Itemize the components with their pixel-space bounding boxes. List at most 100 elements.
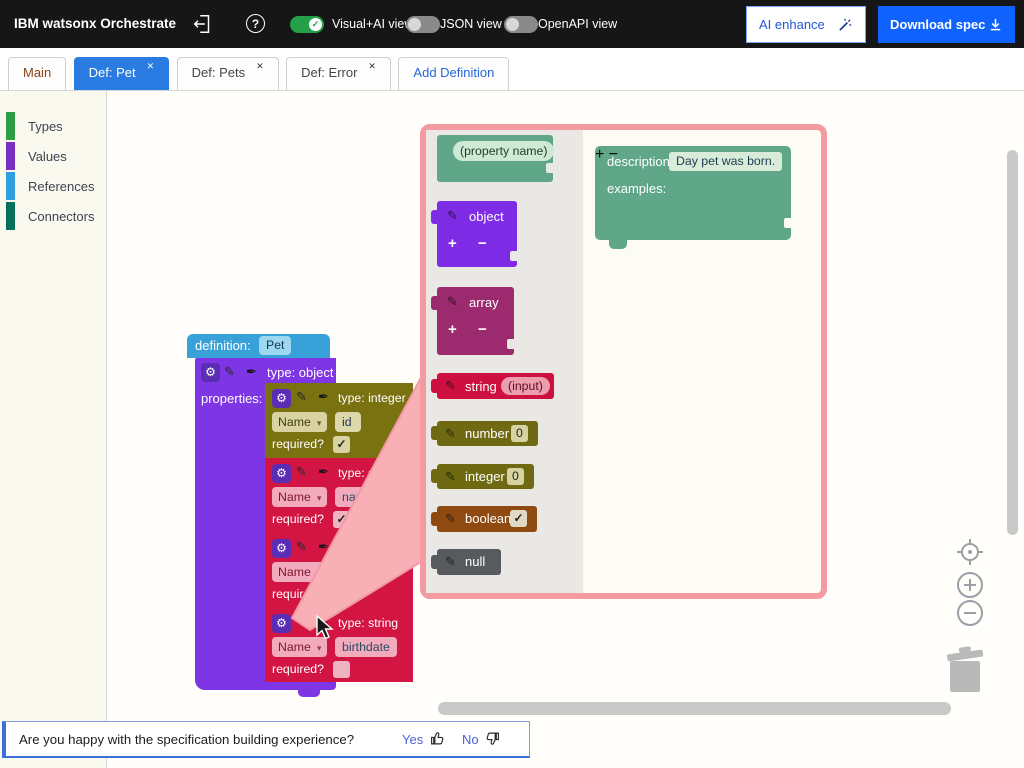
toggle-visual-ai-view[interactable]: ✓ xyxy=(290,16,324,33)
download-spec-button[interactable]: Download spec xyxy=(878,6,1015,43)
block-property-name[interactable]: (property name) xyxy=(437,135,553,182)
add-button[interactable]: + xyxy=(448,235,457,252)
toolbox-item-values[interactable]: Values xyxy=(6,142,67,170)
horizontal-scrollbar[interactable] xyxy=(438,702,951,715)
tab-label: Main xyxy=(23,65,51,80)
name-field[interactable] xyxy=(335,562,361,582)
pencil-icon[interactable] xyxy=(224,364,235,380)
marker-icon[interactable] xyxy=(246,364,257,380)
marker-icon[interactable] xyxy=(318,389,329,405)
property-block-name[interactable]: type: st Name nam required? ✓ xyxy=(265,458,413,533)
property-block-id[interactable]: type: integer Name id required? ✓ xyxy=(265,383,413,458)
ai-enhance-button[interactable]: AI enhance xyxy=(746,6,866,43)
block-integer[interactable]: integer 0 xyxy=(437,464,534,489)
name-dropdown[interactable]: Name xyxy=(272,637,327,657)
required-checkbox[interactable]: ✓ xyxy=(333,511,350,528)
tab-bar: Main Def: Pet ✕ Def: Pets ✕ Def: Error ✕… xyxy=(8,57,512,91)
name-dropdown[interactable]: Name xyxy=(272,562,327,582)
boolean-checkbox[interactable]: ✓ xyxy=(510,510,527,527)
tab-def-error[interactable]: Def: Error ✕ xyxy=(286,57,391,90)
name-dropdown[interactable]: Name xyxy=(272,487,327,507)
block-notch xyxy=(507,339,514,349)
marker-icon[interactable] xyxy=(318,614,329,630)
required-label: required? xyxy=(272,587,324,601)
property-name-field[interactable]: (property name) xyxy=(453,141,554,161)
pencil-icon[interactable] xyxy=(445,469,456,485)
toolbox-item-connectors[interactable]: Connectors xyxy=(6,202,94,230)
definition-name-field[interactable]: Pet xyxy=(259,336,291,355)
tab-close-icon[interactable]: ✕ xyxy=(256,61,264,72)
add-button[interactable]: + xyxy=(448,321,457,338)
toggle-json-view[interactable] xyxy=(406,16,440,33)
tab-add-definition[interactable]: Add Definition xyxy=(398,57,509,90)
tab-close-icon[interactable]: ✕ xyxy=(368,61,376,72)
definition-block-header[interactable]: definition: Pet xyxy=(187,334,330,358)
property-block-birthdate[interactable]: type: string Name birthdate required? xyxy=(265,608,413,682)
pencil-icon[interactable] xyxy=(445,426,456,442)
name-field[interactable]: nam xyxy=(335,487,373,507)
tab-def-pets[interactable]: Def: Pets ✕ xyxy=(177,57,279,90)
gear-icon[interactable] xyxy=(272,539,291,558)
required-label: required? xyxy=(272,437,324,451)
block-number[interactable]: number 0 xyxy=(437,421,538,446)
toggle-openapi-view[interactable] xyxy=(504,16,538,33)
block-object[interactable]: object + − xyxy=(437,201,517,267)
thumbs-down-icon[interactable] xyxy=(485,731,500,746)
trash-icon[interactable] xyxy=(944,646,986,694)
number-field[interactable]: 0 xyxy=(511,425,528,442)
pencil-icon[interactable] xyxy=(445,511,456,527)
remove-button[interactable]: − xyxy=(478,235,487,252)
block-array[interactable]: array + − xyxy=(437,287,514,355)
pencil-icon[interactable] xyxy=(296,389,307,405)
gear-icon[interactable] xyxy=(272,614,291,633)
description-examples-block[interactable]: description: Day pet was born. examples:… xyxy=(595,146,791,240)
block-string[interactable]: string (input) xyxy=(437,373,554,399)
pencil-icon[interactable] xyxy=(296,539,307,555)
required-checkbox[interactable] xyxy=(333,586,350,603)
add-example-button[interactable]: + xyxy=(595,146,604,163)
integer-field[interactable]: 0 xyxy=(507,468,524,485)
feedback-no-link[interactable]: No xyxy=(462,732,479,747)
pencil-icon[interactable] xyxy=(445,554,456,570)
name-field[interactable]: birthdate xyxy=(335,637,397,657)
zoom-out-button[interactable] xyxy=(956,599,984,627)
gear-icon[interactable] xyxy=(201,363,220,382)
remove-button[interactable]: − xyxy=(478,321,487,338)
type-label: type: st xyxy=(338,466,378,480)
string-input-field[interactable]: (input) xyxy=(501,377,550,395)
name-field[interactable]: id xyxy=(335,412,361,432)
pencil-icon[interactable] xyxy=(447,208,458,224)
pencil-icon[interactable] xyxy=(447,294,458,310)
pencil-icon[interactable] xyxy=(445,378,456,394)
toolbox-item-references[interactable]: References xyxy=(6,172,94,200)
help-icon[interactable]: ? xyxy=(246,14,265,33)
marker-icon[interactable] xyxy=(318,464,329,480)
export-spec-icon[interactable] xyxy=(192,13,214,35)
tab-def-pet[interactable]: Def: Pet ✕ xyxy=(74,57,170,90)
description-field[interactable]: Day pet was born. xyxy=(669,152,782,171)
block-notch xyxy=(546,163,553,173)
tab-main[interactable]: Main xyxy=(8,57,66,90)
block-null[interactable]: null xyxy=(437,549,501,575)
tab-close-icon[interactable]: ✕ xyxy=(147,61,155,72)
gear-icon[interactable] xyxy=(272,464,291,483)
output-connector xyxy=(431,296,437,310)
required-label: required? xyxy=(272,512,324,526)
output-connector xyxy=(431,512,437,526)
pencil-icon[interactable] xyxy=(296,614,307,630)
name-dropdown[interactable]: Name xyxy=(272,412,327,432)
pencil-icon[interactable] xyxy=(296,464,307,480)
zoom-reset-button[interactable] xyxy=(955,537,985,567)
marker-icon[interactable] xyxy=(318,539,329,555)
block-boolean[interactable]: boolean ✓ xyxy=(437,506,537,532)
property-block-hidden[interactable]: Name required? xyxy=(265,533,413,608)
feedback-yes-link[interactable]: Yes xyxy=(402,732,423,747)
zoom-in-button[interactable] xyxy=(956,571,984,599)
output-connector xyxy=(431,555,437,569)
toolbox-item-types[interactable]: Types xyxy=(6,112,63,140)
required-checkbox[interactable] xyxy=(333,661,350,678)
thumbs-up-icon[interactable] xyxy=(430,731,445,746)
gear-icon[interactable] xyxy=(272,389,291,408)
required-checkbox[interactable]: ✓ xyxy=(333,436,350,453)
vertical-scrollbar[interactable] xyxy=(1007,150,1018,535)
